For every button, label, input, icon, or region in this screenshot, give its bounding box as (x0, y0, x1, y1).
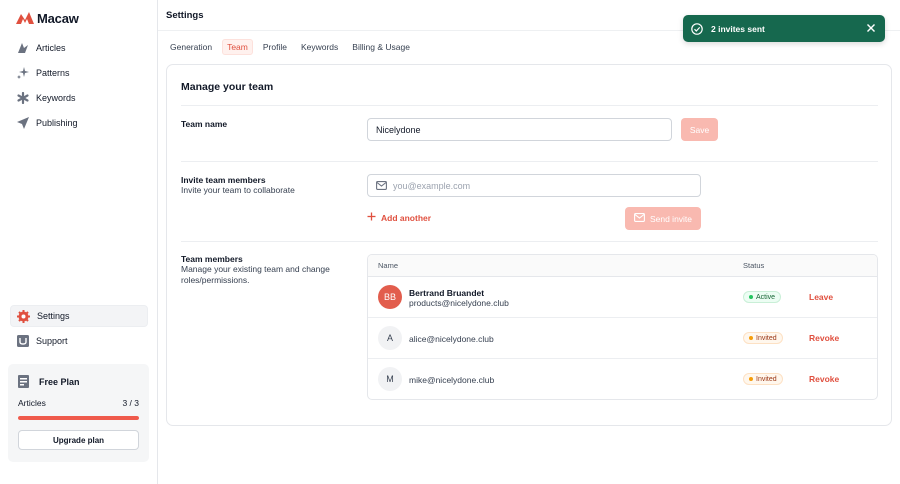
tab-profile[interactable]: Profile (259, 39, 291, 55)
check-circle-icon (691, 22, 703, 35)
leave-button[interactable]: Leave (809, 292, 833, 302)
status-label: Active (756, 293, 776, 301)
sparkles-icon (16, 67, 29, 80)
plan-metric-label: Articles (18, 398, 46, 408)
team-settings-card: Manage your team Team name Nicelydone Sa… (166, 64, 892, 426)
send-invite-button[interactable]: Send invite (625, 207, 701, 230)
sidebar-item-keywords[interactable]: Keywords (10, 87, 148, 109)
table-header: Name Status (368, 255, 877, 277)
sidebar: Macaw Articles Patterns Keywords Publish… (0, 0, 158, 484)
add-another-label: Add another (381, 212, 432, 223)
plan-title: Free Plan (39, 377, 80, 387)
avatar: A (378, 326, 402, 350)
column-header-status: Status (743, 261, 765, 270)
tab-billing-usage[interactable]: Billing & Usage (348, 39, 414, 55)
plan-metric-value: 3 / 3 (122, 398, 139, 408)
status-badge: Active (743, 291, 782, 303)
send-invite-label: Send invite (649, 213, 693, 224)
divider (181, 105, 878, 106)
status-label: Invited (756, 334, 777, 342)
plan-usage-bar-fill (18, 416, 139, 420)
invite-email-placeholder: you@example.com (393, 180, 471, 191)
save-button[interactable]: Save (681, 118, 718, 141)
tab-keywords[interactable]: Keywords (297, 39, 342, 55)
sidebar-item-label: Publishing (36, 118, 78, 128)
sidebar-item-label: Articles (36, 43, 66, 53)
invite-email-input[interactable]: you@example.com (367, 174, 701, 197)
member-email: products@nicelydone.club (409, 298, 509, 308)
table-row: M mike@nicelydone.club Invited Revoke (368, 359, 877, 399)
macaw-logo-icon (16, 12, 34, 24)
sidebar-item-label: Keywords (36, 93, 76, 103)
sidebar-item-settings[interactable]: Settings (10, 305, 148, 327)
card-title: Manage your team (181, 81, 274, 93)
mail-icon (634, 213, 645, 224)
status-label: Invited (756, 375, 777, 383)
avatar: BB (378, 285, 402, 309)
plan-icon (18, 375, 31, 390)
articles-icon (16, 42, 29, 55)
member-name: Bertrand Bruandet (409, 288, 485, 298)
send-icon (16, 117, 29, 130)
members-section-title: Team members (181, 254, 243, 264)
toast-message: 2 invites sent (711, 23, 765, 34)
status-dot-icon (749, 295, 753, 299)
sidebar-item-label: Support (36, 336, 68, 346)
settings-tabs: Generation Team Profile Keywords Billing… (166, 39, 416, 55)
upgrade-plan-button[interactable]: Upgrade plan (18, 430, 139, 450)
member-email: mike@nicelydone.club (409, 375, 495, 385)
sidebar-item-articles[interactable]: Articles (10, 37, 148, 59)
divider (181, 161, 878, 162)
members-section-description: Manage your existing team and change rol… (181, 264, 330, 285)
status-dot-icon (749, 336, 753, 340)
support-icon (16, 335, 29, 348)
plan-card: Free Plan Articles 3 / 3 Upgrade plan (8, 364, 149, 462)
team-name-input[interactable]: Nicelydone (367, 118, 672, 141)
close-icon[interactable] (866, 23, 876, 33)
tab-generation[interactable]: Generation (166, 39, 216, 55)
revoke-button[interactable]: Revoke (809, 374, 839, 384)
revoke-button[interactable]: Revoke (809, 333, 839, 343)
status-badge: Invited (743, 373, 783, 385)
page-title: Settings (166, 10, 204, 21)
invite-section-description: Invite your team to collaborate (181, 185, 295, 195)
sidebar-item-publishing[interactable]: Publishing (10, 112, 148, 134)
sidebar-item-label: Patterns (36, 68, 70, 78)
app-name: Macaw (37, 10, 79, 26)
status-badge: Invited (743, 332, 783, 344)
success-toast: 2 invites sent (683, 15, 885, 42)
table-row: A alice@nicelydone.club Invited Revoke (368, 318, 877, 359)
add-another-button[interactable]: Add another (367, 212, 431, 223)
divider (181, 241, 878, 242)
members-table: Name Status BB Bertrand Bruandet product… (367, 254, 878, 400)
table-row: BB Bertrand Bruandet products@nicelydone… (368, 277, 877, 318)
sidebar-item-patterns[interactable]: Patterns (10, 62, 148, 84)
gear-icon (17, 309, 30, 323)
plan-usage-bar (18, 416, 139, 420)
invite-section-title: Invite team members (181, 175, 266, 185)
member-email: alice@nicelydone.club (409, 334, 494, 344)
sidebar-item-label: Settings (37, 311, 70, 321)
plus-icon (367, 212, 376, 223)
team-name-label: Team name (181, 119, 228, 129)
status-dot-icon (749, 377, 753, 381)
sidebar-item-support[interactable]: Support (10, 330, 148, 352)
avatar: M (378, 367, 402, 391)
asterisk-icon (16, 92, 29, 105)
column-header-name: Name (378, 261, 399, 270)
tab-team[interactable]: Team (222, 39, 253, 55)
app-logo[interactable]: Macaw (16, 10, 79, 26)
mail-icon (376, 181, 387, 190)
